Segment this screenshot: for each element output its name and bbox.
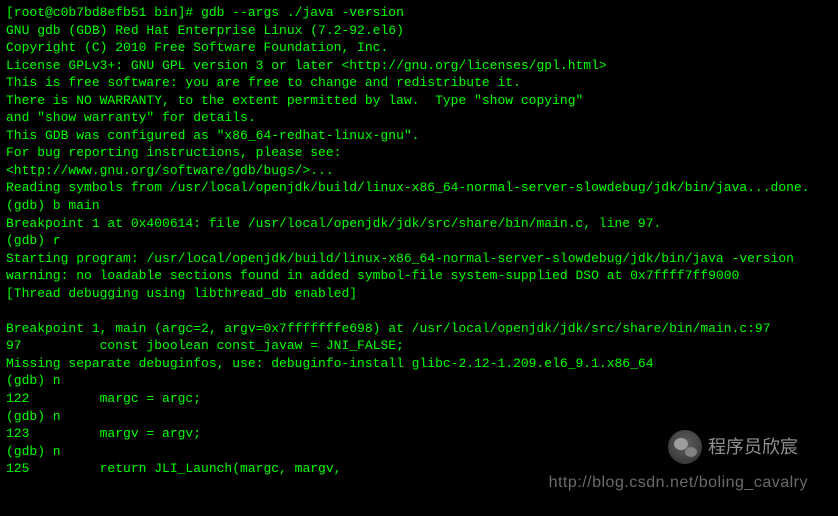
terminal-line: Copyright (C) 2010 Free Software Foundat… bbox=[6, 39, 832, 57]
terminal-line: Breakpoint 1, main (argc=2, argv=0x7ffff… bbox=[6, 320, 832, 338]
terminal-line: For bug reporting instructions, please s… bbox=[6, 144, 832, 162]
terminal-line: (gdb) r bbox=[6, 232, 832, 250]
terminal-line: Breakpoint 1 at 0x400614: file /usr/loca… bbox=[6, 215, 832, 233]
terminal-line: (gdb) n bbox=[6, 372, 832, 390]
terminal-line: Reading symbols from /usr/local/openjdk/… bbox=[6, 179, 832, 197]
watermark-author: 程序员欣宸 bbox=[668, 430, 798, 464]
watermark-url: http://blog.csdn.net/boling_cavalry bbox=[549, 472, 808, 494]
terminal-line: (gdb) b main bbox=[6, 197, 832, 215]
terminal-line: Missing separate debuginfos, use: debugi… bbox=[6, 355, 832, 373]
terminal-line: This is free software: you are free to c… bbox=[6, 74, 832, 92]
watermark-author-text: 程序员欣宸 bbox=[708, 435, 798, 459]
terminal-line: There is NO WARRANTY, to the extent perm… bbox=[6, 92, 832, 110]
terminal-line: warning: no loadable sections found in a… bbox=[6, 267, 832, 285]
terminal-line: 97 const jboolean const_javaw = JNI_FALS… bbox=[6, 337, 832, 355]
wechat-icon bbox=[668, 430, 702, 464]
terminal-line: This GDB was configured as "x86_64-redha… bbox=[6, 127, 832, 145]
terminal-line: <http://www.gnu.org/software/gdb/bugs/>.… bbox=[6, 162, 832, 180]
terminal-output[interactable]: [root@c0b7bd8efb51 bin]# gdb --args ./ja… bbox=[6, 4, 832, 478]
terminal-line: Starting program: /usr/local/openjdk/bui… bbox=[6, 250, 832, 268]
terminal-line bbox=[6, 302, 832, 320]
terminal-line: GNU gdb (GDB) Red Hat Enterprise Linux (… bbox=[6, 22, 832, 40]
terminal-line: [root@c0b7bd8efb51 bin]# gdb --args ./ja… bbox=[6, 4, 832, 22]
terminal-line: and "show warranty" for details. bbox=[6, 109, 832, 127]
terminal-line: License GPLv3+: GNU GPL version 3 or lat… bbox=[6, 57, 832, 75]
terminal-line: 122 margc = argc; bbox=[6, 390, 832, 408]
terminal-line: [Thread debugging using libthread_db ena… bbox=[6, 285, 832, 303]
terminal-line: (gdb) n bbox=[6, 408, 832, 426]
